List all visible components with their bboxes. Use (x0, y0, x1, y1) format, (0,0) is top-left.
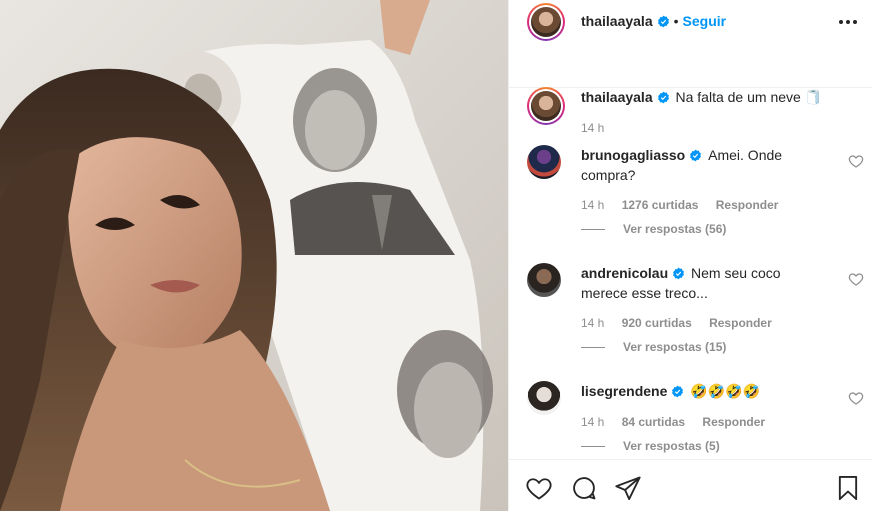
verified-badge-icon (657, 15, 669, 28)
comment-likes[interactable]: 920 curtidas (622, 316, 692, 330)
comment-text-line2: compra? (581, 167, 636, 183)
verified-badge-icon (672, 385, 684, 398)
verified-badge-icon (690, 149, 702, 162)
post-header: thailaayala • Seguir (509, 0, 872, 88)
caption-avatar[interactable] (527, 87, 565, 125)
verified-badge-icon (657, 91, 669, 104)
heart-icon[interactable] (525, 474, 553, 502)
comment-username[interactable]: andrenicolau (581, 265, 668, 281)
reply-button[interactable]: Responder (702, 415, 765, 429)
like-comment-heart-icon[interactable] (848, 390, 864, 406)
follow-button[interactable]: Seguir (683, 13, 727, 29)
comment-avatar[interactable] (527, 145, 561, 179)
comment-2: andrenicolau Nem seu coco merece esse tr… (581, 263, 841, 303)
comment-text-line2: merece esse treco... (581, 285, 708, 301)
view-replies-button[interactable]: Ver respostas (5) (581, 439, 720, 453)
author-line: thailaayala • Seguir (581, 13, 726, 29)
reply-button[interactable]: Responder (716, 198, 779, 212)
bookmark-icon[interactable] (834, 474, 862, 502)
caption-username[interactable]: thailaayala (581, 89, 653, 105)
post-image (0, 0, 508, 511)
verified-badge-icon (673, 267, 685, 280)
like-comment-heart-icon[interactable] (848, 153, 864, 169)
post-photo[interactable] (0, 0, 508, 511)
view-replies-label: Ver respostas (56) (623, 222, 727, 236)
comment-1: brunogagliasso Amei. Onde compra? (581, 145, 841, 185)
more-options-icon[interactable] (839, 20, 859, 26)
view-replies-label: Ver respostas (5) (623, 439, 720, 453)
comment-time[interactable]: 14 h (581, 415, 604, 429)
caption-time[interactable]: 14 h (581, 121, 604, 135)
separator-dot: • (673, 13, 679, 29)
comment-3-meta: 14 h 84 curtidas Responder (581, 415, 765, 429)
comment-text: Amei. Onde (708, 147, 783, 163)
comment-username[interactable]: brunogagliasso (581, 147, 685, 163)
comment-text: Nem seu coco (691, 265, 781, 281)
comment-username[interactable]: lisegrendene (581, 383, 667, 399)
paper-plane-icon[interactable] (614, 474, 642, 502)
comment-likes[interactable]: 1276 curtidas (622, 198, 699, 212)
action-bar (509, 459, 872, 511)
post-panel: thailaayala • Seguir thailaayala Na falta … (508, 0, 872, 511)
author-username[interactable]: thailaayala (581, 13, 653, 29)
comment-1-meta: 14 h 1276 curtidas Responder (581, 198, 778, 212)
view-replies-button[interactable]: Ver respostas (56) (581, 222, 726, 236)
caption-text: Na falta de um neve 🧻 (675, 89, 823, 105)
view-replies-label: Ver respostas (15) (623, 340, 727, 354)
caption: thailaayala Na falta de um neve 🧻 (581, 87, 822, 107)
comment-icon[interactable] (570, 474, 598, 502)
comment-2-meta: 14 h 920 curtidas Responder (581, 316, 772, 330)
comment-likes[interactable]: 84 curtidas (622, 415, 685, 429)
comment-3: lisegrendene 🤣🤣🤣🤣 (581, 381, 841, 401)
comment-time[interactable]: 14 h (581, 316, 604, 330)
caption-meta: 14 h (581, 121, 604, 135)
comment-text: 🤣🤣🤣🤣 (690, 383, 760, 399)
reply-button[interactable]: Responder (709, 316, 772, 330)
comment-avatar[interactable] (527, 381, 561, 415)
comment-avatar[interactable] (527, 263, 561, 297)
view-replies-button[interactable]: Ver respostas (15) (581, 340, 726, 354)
comment-time[interactable]: 14 h (581, 198, 604, 212)
like-comment-heart-icon[interactable] (848, 271, 864, 287)
author-avatar[interactable] (527, 3, 565, 41)
